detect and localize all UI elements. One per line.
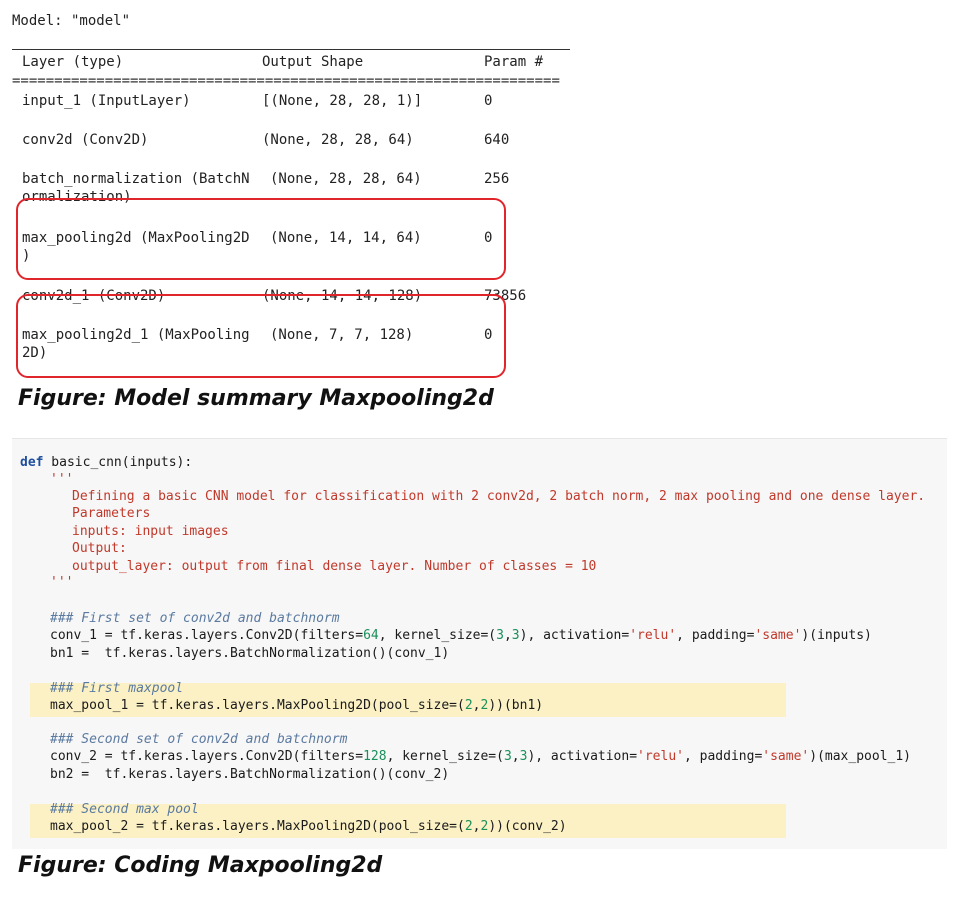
conv2-line: conv_2 = tf.keras.layers.Conv2D(filters=… (50, 749, 911, 764)
layer-name: input_1 (InputLayer) (22, 93, 191, 109)
code-comment: ### Second max pool (50, 802, 199, 817)
param-count: 0 (484, 93, 493, 109)
param-count: 256 (484, 171, 510, 187)
function-signature: basic_cnn(inputs): (43, 455, 193, 470)
code-number: 3 (511, 628, 520, 643)
model-name-line: Model: "model" (12, 13, 131, 29)
docstring-line: output_layer: output from final dense la… (72, 559, 597, 574)
docstring-line: Output: (72, 541, 127, 556)
code-token: , (511, 749, 520, 764)
header-param-count: Param # (484, 54, 544, 70)
code-token: , (503, 628, 512, 643)
code-comment: ### First maxpool (50, 681, 184, 696)
docstring-line: Defining a basic CNN model for classific… (72, 489, 926, 504)
code-comment: ### Second set of conv2d and batchnorm (50, 732, 348, 747)
code-number: 128 (363, 749, 387, 764)
code-token: ))(bn1) (488, 698, 544, 713)
code-token: max_pool_1 = tf.keras.layers.MaxPooling2… (50, 698, 465, 713)
output-shape: [(None, 28, 28, 1)] (262, 93, 423, 109)
caption-model-summary: Figure: Model summary Maxpooling2d (18, 386, 494, 411)
code-string: 'relu' (629, 628, 677, 643)
code-number: 2 (464, 819, 473, 834)
layer-name: conv2d (Conv2D) (22, 132, 149, 148)
code-comment: ### First set of conv2d and batchnorm (50, 611, 340, 626)
code-token: ))(conv_2) (488, 819, 567, 834)
layer-name: batch_normalization (BatchN (22, 171, 250, 187)
code-token: , kernel_size=( (378, 628, 497, 643)
docstring-line: Parameters (72, 506, 151, 521)
function-def-line: def basic_cnn(inputs): (20, 455, 192, 470)
pool2-line: max_pool_2 = tf.keras.layers.MaxPooling2… (50, 819, 567, 834)
code-token: , kernel_size=( (386, 749, 504, 764)
code-cell: def basic_cnn(inputs): ''' Defining a ba… (12, 438, 947, 849)
output-shape: (None, 28, 28, 64) (262, 132, 414, 148)
header-output-shape: Output Shape (262, 54, 364, 70)
code-token: , padding= (676, 628, 755, 643)
code-string: 'same' (762, 749, 810, 764)
pool1-line: max_pool_1 = tf.keras.layers.MaxPooling2… (50, 698, 543, 713)
code-token: conv_2 = tf.keras.layers.Conv2D(filters= (50, 749, 364, 764)
code-token: max_pool_2 = tf.keras.layers.MaxPooling2… (50, 819, 465, 834)
bn1-line: bn1 = tf.keras.layers.BatchNormalization… (50, 646, 450, 661)
param-count: 640 (484, 132, 510, 148)
code-token: )(inputs) (801, 628, 872, 643)
table-top-rule (12, 49, 570, 50)
code-token: , padding= (684, 749, 763, 764)
table-header-separator: ========================================… (12, 76, 560, 88)
code-number: 64 (363, 628, 379, 643)
output-shape: (None, 28, 28, 64) (270, 171, 422, 187)
docstring-close: ''' (50, 575, 74, 590)
code-token: ), activation= (519, 628, 630, 643)
def-keyword: def (20, 455, 44, 470)
code-token: )(max_pool_1) (809, 749, 911, 764)
code-token: ), activation= (527, 749, 638, 764)
code-string: 'relu' (637, 749, 684, 764)
code-token: conv_1 = tf.keras.layers.Conv2D(filters= (50, 628, 364, 643)
docstring-open: ''' (50, 472, 74, 487)
highlight-box-max-pooling2d-1 (16, 294, 506, 378)
highlight-box-max-pooling2d (16, 198, 506, 280)
caption-coding: Figure: Coding Maxpooling2d (18, 853, 383, 878)
bn2-line: bn2 = tf.keras.layers.BatchNormalization… (50, 767, 450, 782)
code-number: 2 (464, 698, 473, 713)
docstring-line: inputs: input images (72, 524, 229, 539)
header-layer: Layer (type) (22, 54, 124, 70)
conv1-line: conv_1 = tf.keras.layers.Conv2D(filters=… (50, 628, 872, 643)
code-number: 3 (503, 749, 512, 764)
code-number: 3 (496, 628, 504, 643)
code-string: 'same' (754, 628, 802, 643)
